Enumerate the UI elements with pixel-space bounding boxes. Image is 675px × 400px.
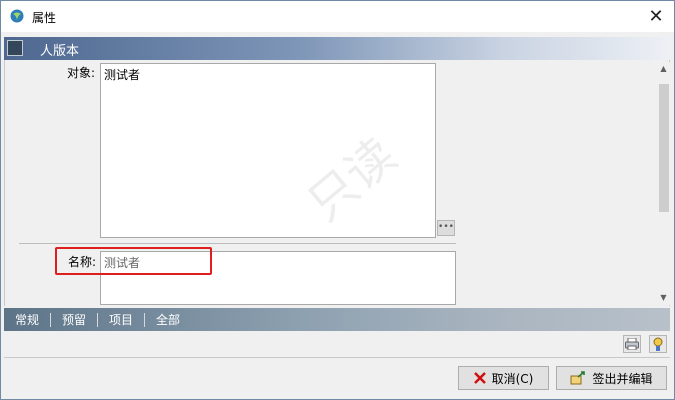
vertical-scrollbar[interactable]: ▲ ▼: [657, 62, 670, 305]
scroll-up-icon[interactable]: ▲: [657, 62, 670, 76]
checkout-label: 签出并编辑: [592, 371, 653, 386]
close-icon: ✕: [648, 6, 664, 27]
print-button[interactable]: [623, 335, 641, 353]
object-textarea[interactable]: 测试者: [100, 63, 436, 238]
cancel-label: 取消(C): [491, 371, 534, 386]
footer-separator: [4, 357, 670, 358]
header-title: 人版本: [40, 44, 80, 59]
tab-all[interactable]: 全部: [145, 313, 191, 327]
properties-panel: 对象: 测试者 ••• 名称: 测试者 ▲ ▼: [4, 60, 670, 306]
tab-bar: 常规 预留 项目 全部: [4, 308, 670, 331]
object-value: 测试者: [104, 68, 141, 82]
scroll-thumb[interactable]: [659, 84, 669, 212]
highlight-box: [55, 247, 212, 275]
object-more-button[interactable]: •••: [437, 220, 455, 236]
item-view-button[interactable]: [649, 335, 667, 353]
object-label: 对象:: [67, 66, 96, 80]
item-view-icon: [653, 337, 663, 351]
printer-icon: [625, 338, 639, 350]
title-bar: 属性 ✕: [1, 1, 674, 32]
properties-dialog: 属性 ✕ 人版本 对象: 测试者 ••• 名称: 测试者 ▲ ▼ 常规 预留 项…: [0, 0, 675, 400]
cancel-x-icon: [473, 372, 486, 384]
cancel-button[interactable]: 取消(C): [458, 366, 549, 390]
tab-project[interactable]: 项目: [98, 312, 146, 327]
item-revision-icon: [7, 40, 23, 56]
field-divider: [19, 243, 456, 244]
checkout-icon: [570, 371, 586, 385]
checkout-edit-button[interactable]: 签出并编辑: [556, 366, 667, 390]
app-logo-icon: [10, 9, 24, 23]
close-button[interactable]: ✕: [638, 1, 674, 32]
window-title: 属性: [32, 11, 57, 25]
tab-general[interactable]: 常规: [4, 312, 52, 327]
tab-reserved[interactable]: 预留: [51, 312, 99, 327]
object-header: 人版本: [4, 37, 670, 60]
scroll-down-icon[interactable]: ▼: [657, 291, 670, 305]
more-icon: •••: [438, 222, 454, 232]
